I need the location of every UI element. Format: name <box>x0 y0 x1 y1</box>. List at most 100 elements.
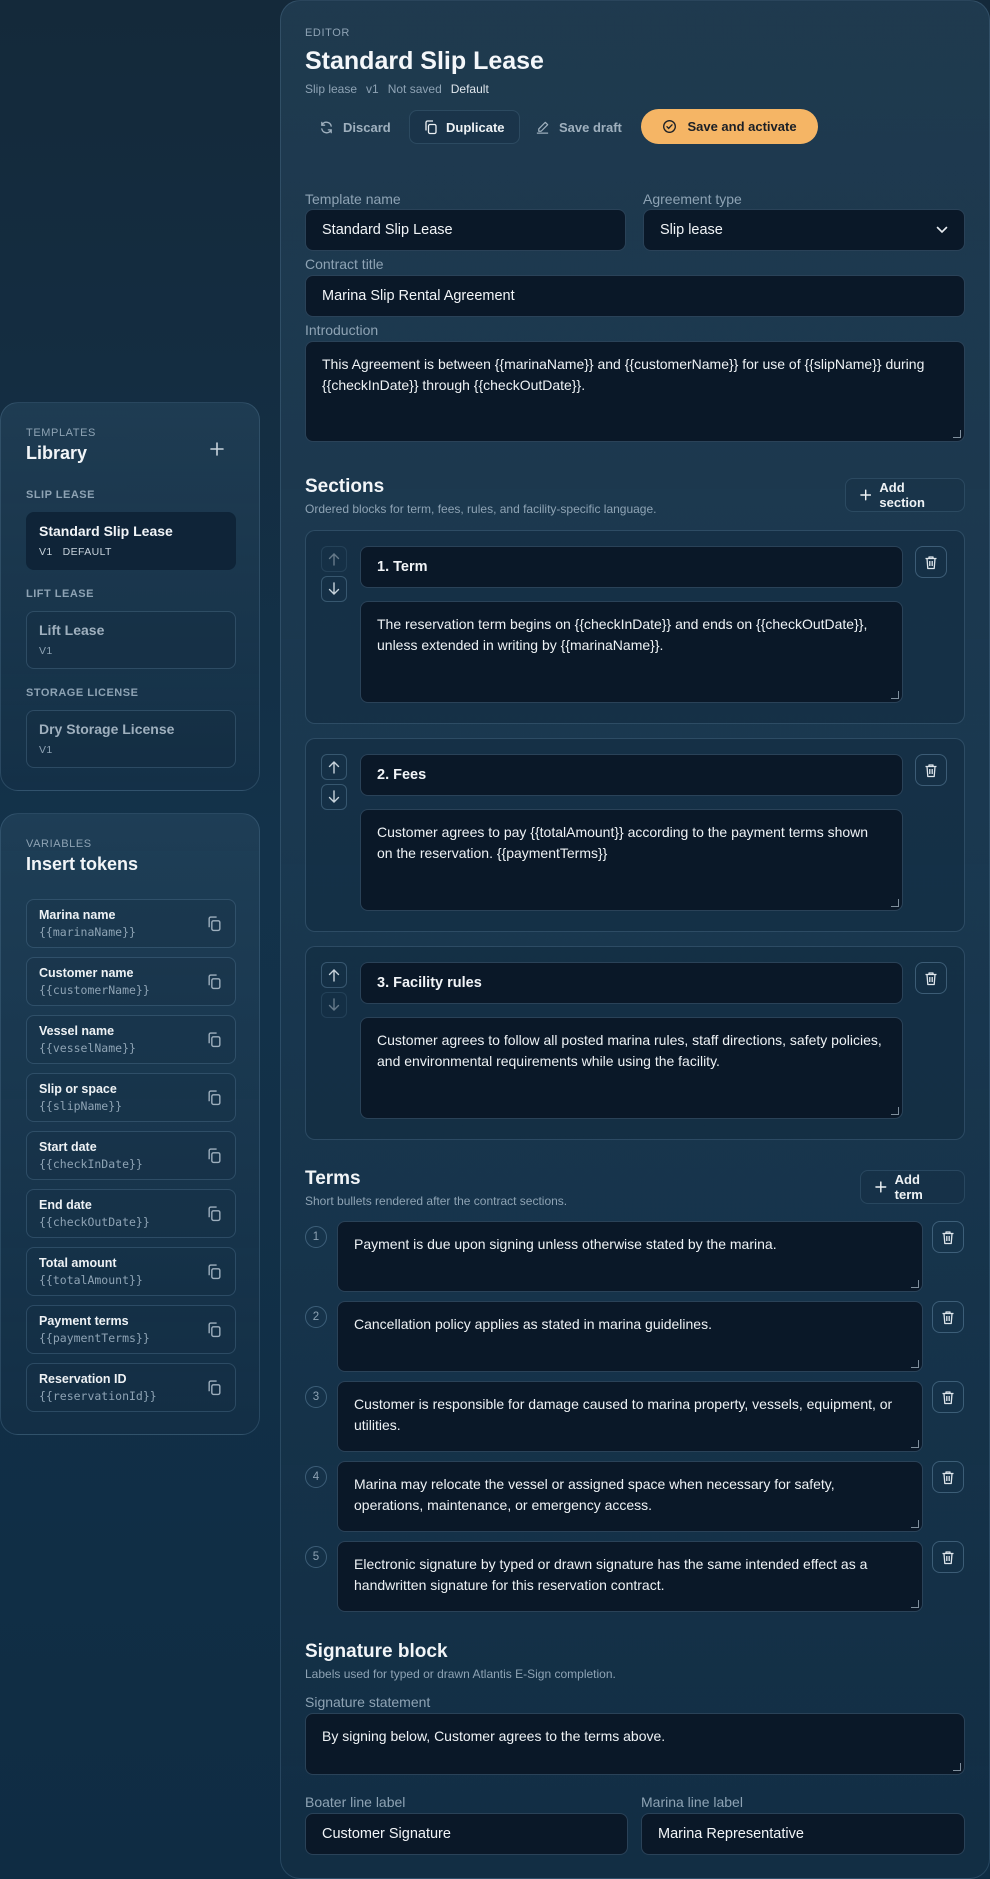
introduction-textarea[interactable]: This Agreement is between {{marinaName}}… <box>305 341 965 442</box>
resize-handle[interactable] <box>891 1107 899 1115</box>
token-label: Start date <box>39 1140 97 1154</box>
move-down-button[interactable] <box>321 784 347 810</box>
term-textarea[interactable]: Electronic signature by typed or drawn s… <box>337 1541 923 1612</box>
resize-handle[interactable] <box>911 1360 919 1368</box>
move-down-button[interactable] <box>321 992 347 1018</box>
marina-line-input[interactable]: Marina Representative <box>641 1813 965 1855</box>
template-name-input[interactable]: Standard Slip Lease <box>305 209 626 251</box>
library-panel: TEMPLATES Library SLIP LEASE Standard Sl… <box>0 402 260 791</box>
library-eyebrow: TEMPLATES <box>26 427 96 439</box>
delete-section-button[interactable] <box>915 546 947 578</box>
token-item[interactable]: Payment terms {{paymentTerms}} <box>26 1305 236 1354</box>
copy-token-button[interactable] <box>207 1032 223 1048</box>
term-textarea[interactable]: Cancellation policy applies as stated in… <box>337 1301 923 1372</box>
duplicate-button[interactable]: Duplicate <box>409 110 520 144</box>
term-text: Customer is responsible for damage cause… <box>354 1396 893 1433</box>
delete-term-button[interactable] <box>932 1221 964 1253</box>
term-number: 5 <box>305 1546 327 1568</box>
copy-token-button[interactable] <box>207 916 223 932</box>
section-body-textarea[interactable]: Customer agrees to pay {{totalAmount}} a… <box>360 809 903 911</box>
delete-term-button[interactable] <box>932 1381 964 1413</box>
signature-statement-label: Signature statement <box>305 1694 431 1710</box>
template-item-meta: V1 DEFAULT <box>39 546 112 558</box>
resize-handle[interactable] <box>891 691 899 699</box>
token-item[interactable]: End date {{checkOutDate}} <box>26 1189 236 1238</box>
library-group-label: LIFT LEASE <box>26 588 94 600</box>
resize-handle[interactable] <box>911 1440 919 1448</box>
token-item[interactable]: Vessel name {{vesselName}} <box>26 1015 236 1064</box>
section-heading-input[interactable]: 3. Facility rules <box>360 962 903 1004</box>
resize-handle[interactable] <box>953 1763 961 1771</box>
variables-panel: VARIABLES Insert tokens Marina name {{mar… <box>0 813 260 1435</box>
move-up-button[interactable] <box>321 754 347 780</box>
template-item-name: Standard Slip Lease <box>39 523 173 539</box>
arrow-up-icon <box>328 969 340 982</box>
boater-line-input[interactable]: Customer Signature <box>305 1813 628 1855</box>
section-block: 3. Facility rules Customer agrees to foll… <box>305 946 965 1140</box>
copy-icon <box>208 1380 221 1396</box>
copy-icon <box>208 1090 221 1106</box>
agreement-type-value: Slip lease <box>660 222 723 238</box>
section-heading: 2. Fees <box>377 767 427 783</box>
term-textarea[interactable]: Customer is responsible for damage cause… <box>337 1381 923 1452</box>
copy-token-button[interactable] <box>207 1206 223 1222</box>
delete-section-button[interactable] <box>915 754 947 786</box>
section-body-textarea[interactable]: The reservation term begins on {{checkIn… <box>360 601 903 703</box>
copy-token-button[interactable] <box>207 1380 223 1396</box>
delete-term-button[interactable] <box>932 1461 964 1493</box>
token-item[interactable]: Total amount {{totalAmount}} <box>26 1247 236 1296</box>
token-item[interactable]: Customer name {{customerName}} <box>26 957 236 1006</box>
meta-version: v1 <box>366 82 379 96</box>
token-item[interactable]: Reservation ID {{reservationId}} <box>26 1363 236 1412</box>
resize-handle[interactable] <box>891 899 899 907</box>
save-and-activate-button[interactable]: Save and activate <box>641 109 818 144</box>
add-term-button[interactable]: Add term <box>860 1170 965 1204</box>
section-body-textarea[interactable]: Customer agrees to follow all posted mar… <box>360 1017 903 1119</box>
template-item-standard-slip-lease[interactable]: Standard Slip Lease V1 DEFAULT <box>26 512 236 570</box>
copy-token-button[interactable] <box>207 1264 223 1280</box>
term-textarea[interactable]: Marina may relocate the vessel or assign… <box>337 1461 923 1532</box>
editor-eyebrow: EDITOR <box>305 27 350 39</box>
resize-handle[interactable] <box>911 1280 919 1288</box>
template-item-lift-lease[interactable]: Lift Lease V1 <box>26 611 236 669</box>
editor-title: Standard Slip Lease <box>305 47 544 75</box>
resize-handle[interactable] <box>953 430 961 438</box>
plus-icon <box>860 489 872 501</box>
token-item[interactable]: Marina name {{marinaName}} <box>26 899 236 948</box>
term-textarea[interactable]: Payment is due upon signing unless other… <box>337 1221 923 1292</box>
token-code: {{slipName}} <box>39 1099 123 1113</box>
move-up-button[interactable] <box>321 546 347 572</box>
add-section-button[interactable]: Add section <box>845 478 965 512</box>
token-label: Vessel name <box>39 1024 115 1038</box>
agreement-type-label: Agreement type <box>643 191 742 207</box>
copy-icon <box>208 1322 221 1338</box>
copy-token-button[interactable] <box>207 974 223 990</box>
section-heading-input[interactable]: 1. Term <box>360 546 903 588</box>
move-up-button[interactable] <box>321 962 347 988</box>
contract-title-input[interactable]: Marina Slip Rental Agreement <box>305 275 965 317</box>
save-draft-button[interactable]: Save draft <box>521 110 636 144</box>
template-item-dry-storage-license[interactable]: Dry Storage License V1 <box>26 710 236 768</box>
arrow-down-icon <box>328 582 340 595</box>
delete-section-button[interactable] <box>915 962 947 994</box>
copy-token-button[interactable] <box>207 1322 223 1338</box>
token-label: Reservation ID <box>39 1372 127 1386</box>
copy-token-button[interactable] <box>207 1090 223 1106</box>
resize-handle[interactable] <box>911 1600 919 1608</box>
copy-icon <box>208 1206 221 1222</box>
signature-statement-textarea[interactable]: By signing below, Customer agrees to the… <box>305 1713 965 1775</box>
agreement-type-select[interactable]: Slip lease <box>643 209 965 251</box>
marina-line-label: Marina line label <box>641 1794 743 1810</box>
add-template-button[interactable] <box>208 440 226 458</box>
move-down-button[interactable] <box>321 576 347 602</box>
delete-term-button[interactable] <box>932 1541 964 1573</box>
token-item[interactable]: Slip or space {{slipName}} <box>26 1073 236 1122</box>
section-heading-input[interactable]: 2. Fees <box>360 754 903 796</box>
token-item[interactable]: Start date {{checkInDate}} <box>26 1131 236 1180</box>
terms-subtitle: Short bullets rendered after the contrac… <box>305 1194 568 1208</box>
trash-icon <box>942 1230 954 1244</box>
resize-handle[interactable] <box>911 1520 919 1528</box>
copy-token-button[interactable] <box>207 1148 223 1164</box>
delete-term-button[interactable] <box>932 1301 964 1333</box>
discard-button[interactable]: Discard <box>305 110 405 144</box>
